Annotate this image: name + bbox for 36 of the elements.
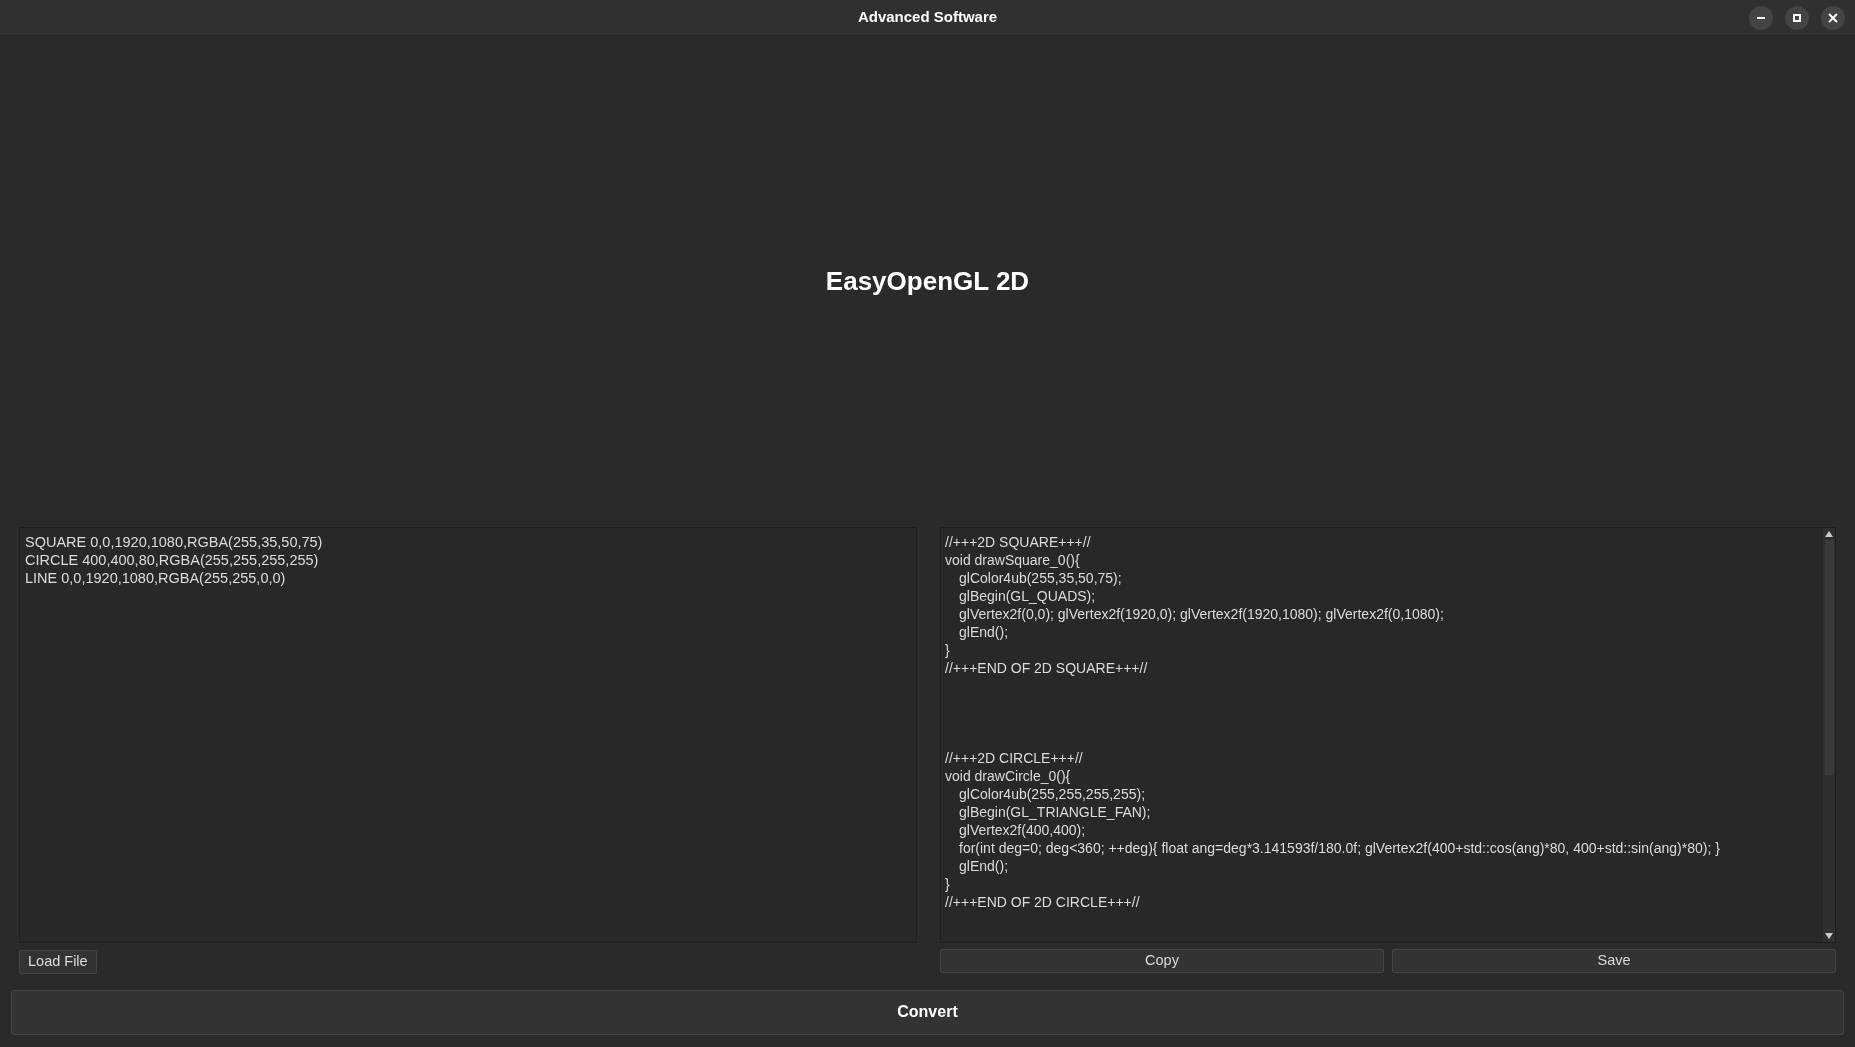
- load-file-button[interactable]: Load File: [19, 949, 97, 974]
- maximize-button[interactable]: [1785, 6, 1809, 30]
- code-line: glVertex2f(0,0); glVertex2f(1920,0); glVertex2f(1920,1080); glVertex2f(0,1080);: [958, 605, 1444, 623]
- code-line: glColor4ub(255,255,255,255);: [958, 785, 1146, 803]
- up-arrow-icon: [1825, 531, 1833, 537]
- code-line: glBegin(GL_TRIANGLE_FAN);: [958, 803, 1151, 821]
- window-title: Advanced Software: [857, 7, 998, 28]
- code-line: glEnd();: [958, 857, 1009, 875]
- code-line: void drawSquare_0(){: [945, 551, 1080, 569]
- convert-button[interactable]: Convert: [11, 989, 1844, 1035]
- minimize-button[interactable]: [1749, 6, 1773, 30]
- input-editor[interactable]: SQUARE 0,0,1920,1080,RGBA(255,35,50,75) CIRCLE 400,400,80,RGBA(255,255,255,255) LINE 0,0,1920,1080,RGBA(255,255,0,0): [19, 527, 917, 943]
- code-line: glVertex2f(400,400);: [958, 821, 1086, 839]
- code-line: glBegin(GL_QUADS);: [958, 587, 1096, 605]
- save-button[interactable]: Save: [1392, 949, 1836, 973]
- code-line: glColor4ub(255,35,50,75);: [958, 569, 1122, 587]
- code-line: //+++2D SQUARE+++//: [945, 533, 1091, 551]
- close-icon: [1828, 13, 1838, 23]
- copy-button[interactable]: Copy: [940, 949, 1384, 973]
- code-line: //+++2D CIRCLE+++//: [945, 749, 1083, 767]
- code-line: SQUARE 0,0,1920,1080,RGBA(255,35,50,75): [25, 533, 323, 551]
- code-line: LINE 0,0,1920,1080,RGBA(255,255,0,0): [25, 569, 286, 587]
- code-line: }: [945, 641, 950, 659]
- app-heading: EasyOpenGL 2D: [825, 265, 1030, 298]
- code-line: glEnd();: [958, 623, 1009, 641]
- scrollbar[interactable]: [1823, 528, 1835, 942]
- code-line: for(int deg=0; deg<360; ++deg){ float ang=deg*3.141593f/180.0f; glVertex2f(400+std::cos(ang)*80, 400+std::sin(ang)*80); }: [958, 839, 1720, 857]
- code-line: //+++END OF 2D CIRCLE+++//: [945, 893, 1140, 911]
- down-arrow-icon: [1825, 933, 1833, 939]
- code-line: void drawCircle_0(){: [945, 767, 1071, 785]
- close-button[interactable]: [1821, 6, 1845, 30]
- code-line: //+++END OF 2D SQUARE+++//: [945, 659, 1148, 677]
- output-editor[interactable]: [940, 527, 1836, 943]
- scrollbar-thumb[interactable]: [1824, 540, 1834, 775]
- code-line: }: [945, 875, 950, 893]
- code-line: CIRCLE 400,400,80,RGBA(255,255,255,255): [25, 551, 319, 569]
